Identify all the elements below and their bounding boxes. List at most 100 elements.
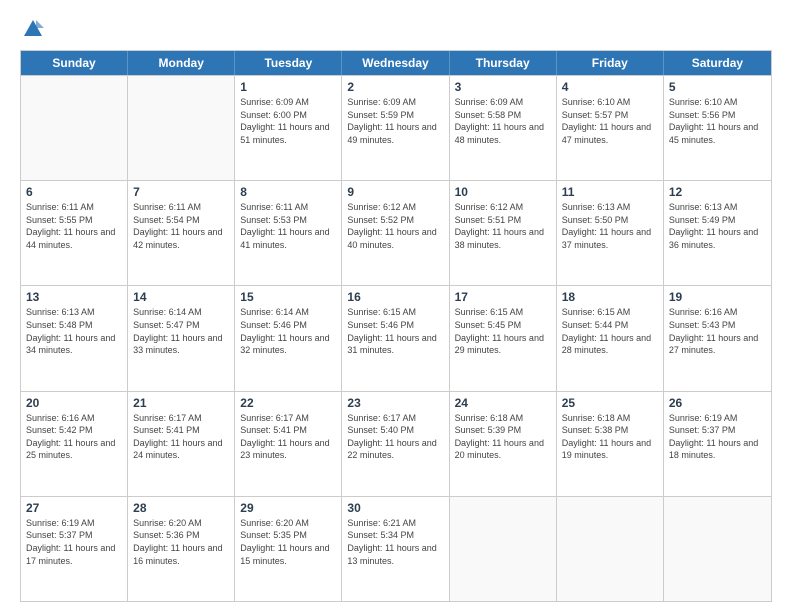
- calendar-cell: 21 Sunrise: 6:17 AMSunset: 5:41 PMDayligh…: [128, 392, 235, 496]
- day-number: 26: [669, 396, 766, 410]
- calendar-cell: 26 Sunrise: 6:19 AMSunset: 5:37 PMDayligh…: [664, 392, 771, 496]
- calendar-cell: 23 Sunrise: 6:17 AMSunset: 5:40 PMDayligh…: [342, 392, 449, 496]
- day-info: Sunrise: 6:17 AMSunset: 5:40 PMDaylight:…: [347, 412, 443, 462]
- calendar-cell: [128, 76, 235, 180]
- day-info: Sunrise: 6:10 AMSunset: 5:56 PMDaylight:…: [669, 96, 766, 146]
- calendar-row: 27 Sunrise: 6:19 AMSunset: 5:37 PMDayligh…: [21, 496, 771, 601]
- day-info: Sunrise: 6:17 AMSunset: 5:41 PMDaylight:…: [240, 412, 336, 462]
- day-number: 19: [669, 290, 766, 304]
- calendar-cell: 2Sunrise: 6:09 AMSunset: 5:59 PMDaylight…: [342, 76, 449, 180]
- weekday-header: Sunday: [21, 51, 128, 75]
- day-number: 15: [240, 290, 336, 304]
- day-number: 9: [347, 185, 443, 199]
- weekday-header: Friday: [557, 51, 664, 75]
- day-number: 10: [455, 185, 551, 199]
- calendar-cell: 5 Sunrise: 6:10 AMSunset: 5:56 PMDaylight…: [664, 76, 771, 180]
- calendar-cell: 18 Sunrise: 6:15 AMSunset: 5:44 PMDayligh…: [557, 286, 664, 390]
- day-number: 6: [26, 185, 122, 199]
- day-number: 28: [133, 501, 229, 515]
- day-info: Sunrise: 6:18 AMSunset: 5:39 PMDaylight:…: [455, 412, 551, 462]
- day-info: Sunrise: 6:17 AMSunset: 5:41 PMDaylight:…: [133, 412, 229, 462]
- day-info: Sunrise: 6:19 AMSunset: 5:37 PMDaylight:…: [26, 517, 122, 567]
- day-info: Sunrise: 6:20 AMSunset: 5:35 PMDaylight:…: [240, 517, 336, 567]
- day-info: Sunrise: 6:13 AMSunset: 5:48 PMDaylight:…: [26, 306, 122, 356]
- day-number: 29: [240, 501, 336, 515]
- day-number: 30: [347, 501, 443, 515]
- weekday-header: Thursday: [450, 51, 557, 75]
- day-number: 20: [26, 396, 122, 410]
- day-info: Sunrise: 6:16 AMSunset: 5:43 PMDaylight:…: [669, 306, 766, 356]
- calendar-cell: 25 Sunrise: 6:18 AMSunset: 5:38 PMDayligh…: [557, 392, 664, 496]
- day-number: 16: [347, 290, 443, 304]
- day-info: Sunrise: 6:11 AMSunset: 5:54 PMDaylight:…: [133, 201, 229, 251]
- calendar-body: 1Sunrise: 6:09 AMSunset: 6:00 PMDaylight…: [21, 75, 771, 601]
- day-info: Sunrise: 6:16 AMSunset: 5:42 PMDaylight:…: [26, 412, 122, 462]
- day-info: Sunrise: 6:13 AMSunset: 5:50 PMDaylight:…: [562, 201, 658, 251]
- day-info: Sunrise: 6:20 AMSunset: 5:36 PMDaylight:…: [133, 517, 229, 567]
- calendar-cell: 1Sunrise: 6:09 AMSunset: 6:00 PMDaylight…: [235, 76, 342, 180]
- calendar-cell: [664, 497, 771, 601]
- day-number: 21: [133, 396, 229, 410]
- day-info: Sunrise: 6:15 AMSunset: 5:45 PMDaylight:…: [455, 306, 551, 356]
- day-number: 17: [455, 290, 551, 304]
- calendar-cell: 14 Sunrise: 6:14 AMSunset: 5:47 PMDayligh…: [128, 286, 235, 390]
- calendar-row: 13 Sunrise: 6:13 AMSunset: 5:48 PMDayligh…: [21, 285, 771, 390]
- calendar-cell: 30 Sunrise: 6:21 AMSunset: 5:34 PMDayligh…: [342, 497, 449, 601]
- day-info: Sunrise: 6:12 AMSunset: 5:52 PMDaylight:…: [347, 201, 443, 251]
- calendar-cell: 9 Sunrise: 6:12 AMSunset: 5:52 PMDaylight…: [342, 181, 449, 285]
- day-info: Sunrise: 6:21 AMSunset: 5:34 PMDaylight:…: [347, 517, 443, 567]
- day-info: Sunrise: 6:09 AMSunset: 6:00 PMDaylight:…: [240, 96, 336, 146]
- calendar-cell: [21, 76, 128, 180]
- day-number: 13: [26, 290, 122, 304]
- weekday-header: Monday: [128, 51, 235, 75]
- day-number: 2: [347, 80, 443, 94]
- calendar-cell: 6 Sunrise: 6:11 AMSunset: 5:55 PMDaylight…: [21, 181, 128, 285]
- page-header: [20, 18, 772, 40]
- calendar-cell: 4Sunrise: 6:10 AMSunset: 5:57 PMDaylight…: [557, 76, 664, 180]
- calendar-cell: 16 Sunrise: 6:15 AMSunset: 5:46 PMDayligh…: [342, 286, 449, 390]
- calendar-cell: 19 Sunrise: 6:16 AMSunset: 5:43 PMDayligh…: [664, 286, 771, 390]
- weekday-header: Saturday: [664, 51, 771, 75]
- logo: [20, 18, 44, 40]
- day-number: 12: [669, 185, 766, 199]
- calendar-cell: 28 Sunrise: 6:20 AMSunset: 5:36 PMDayligh…: [128, 497, 235, 601]
- calendar: SundayMondayTuesdayWednesdayThursdayFrid…: [20, 50, 772, 602]
- weekday-header: Tuesday: [235, 51, 342, 75]
- calendar-cell: 8Sunrise: 6:11 AMSunset: 5:53 PMDaylight…: [235, 181, 342, 285]
- calendar-cell: [450, 497, 557, 601]
- day-number: 7: [133, 185, 229, 199]
- calendar-cell: 20 Sunrise: 6:16 AMSunset: 5:42 PMDayligh…: [21, 392, 128, 496]
- calendar-row: 1Sunrise: 6:09 AMSunset: 6:00 PMDaylight…: [21, 75, 771, 180]
- day-number: 22: [240, 396, 336, 410]
- calendar-cell: 22 Sunrise: 6:17 AMSunset: 5:41 PMDayligh…: [235, 392, 342, 496]
- day-number: 23: [347, 396, 443, 410]
- calendar-cell: 15Sunrise: 6:14 AMSunset: 5:46 PMDayligh…: [235, 286, 342, 390]
- day-info: Sunrise: 6:15 AMSunset: 5:44 PMDaylight:…: [562, 306, 658, 356]
- day-number: 11: [562, 185, 658, 199]
- calendar-cell: 17 Sunrise: 6:15 AMSunset: 5:45 PMDayligh…: [450, 286, 557, 390]
- day-info: Sunrise: 6:13 AMSunset: 5:49 PMDaylight:…: [669, 201, 766, 251]
- day-info: Sunrise: 6:12 AMSunset: 5:51 PMDaylight:…: [455, 201, 551, 251]
- day-number: 8: [240, 185, 336, 199]
- calendar-cell: 12 Sunrise: 6:13 AMSunset: 5:49 PMDayligh…: [664, 181, 771, 285]
- calendar-cell: 29 Sunrise: 6:20 AMSunset: 5:35 PMDayligh…: [235, 497, 342, 601]
- day-number: 27: [26, 501, 122, 515]
- day-info: Sunrise: 6:11 AMSunset: 5:55 PMDaylight:…: [26, 201, 122, 251]
- weekday-header: Wednesday: [342, 51, 449, 75]
- calendar-cell: [557, 497, 664, 601]
- day-number: 5: [669, 80, 766, 94]
- day-number: 24: [455, 396, 551, 410]
- day-number: 14: [133, 290, 229, 304]
- calendar-cell: 27 Sunrise: 6:19 AMSunset: 5:37 PMDayligh…: [21, 497, 128, 601]
- calendar-cell: 3Sunrise: 6:09 AMSunset: 5:58 PMDaylight…: [450, 76, 557, 180]
- day-number: 3: [455, 80, 551, 94]
- day-info: Sunrise: 6:19 AMSunset: 5:37 PMDaylight:…: [669, 412, 766, 462]
- day-number: 18: [562, 290, 658, 304]
- day-number: 25: [562, 396, 658, 410]
- day-info: Sunrise: 6:18 AMSunset: 5:38 PMDaylight:…: [562, 412, 658, 462]
- day-info: Sunrise: 6:15 AMSunset: 5:46 PMDaylight:…: [347, 306, 443, 356]
- day-info: Sunrise: 6:14 AMSunset: 5:47 PMDaylight:…: [133, 306, 229, 356]
- calendar-row: 20 Sunrise: 6:16 AMSunset: 5:42 PMDayligh…: [21, 391, 771, 496]
- calendar-cell: 13 Sunrise: 6:13 AMSunset: 5:48 PMDayligh…: [21, 286, 128, 390]
- calendar-cell: 11 Sunrise: 6:13 AMSunset: 5:50 PMDayligh…: [557, 181, 664, 285]
